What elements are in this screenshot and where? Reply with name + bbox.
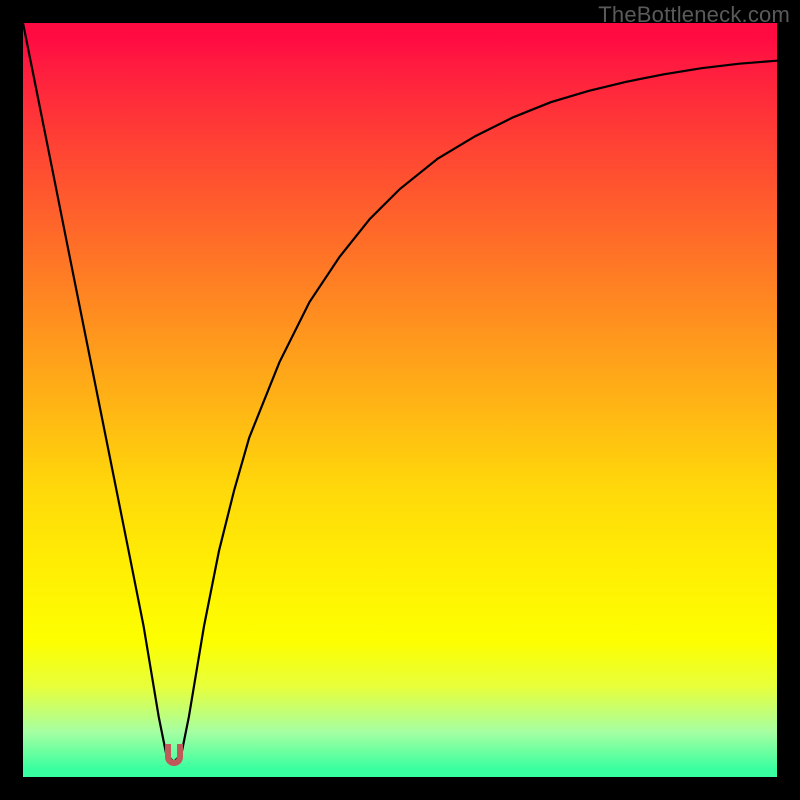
- bottleneck-curve: [23, 23, 777, 777]
- optimal-point-marker: [165, 744, 183, 766]
- chart-plot-area: [23, 23, 777, 777]
- curve-path: [23, 23, 777, 762]
